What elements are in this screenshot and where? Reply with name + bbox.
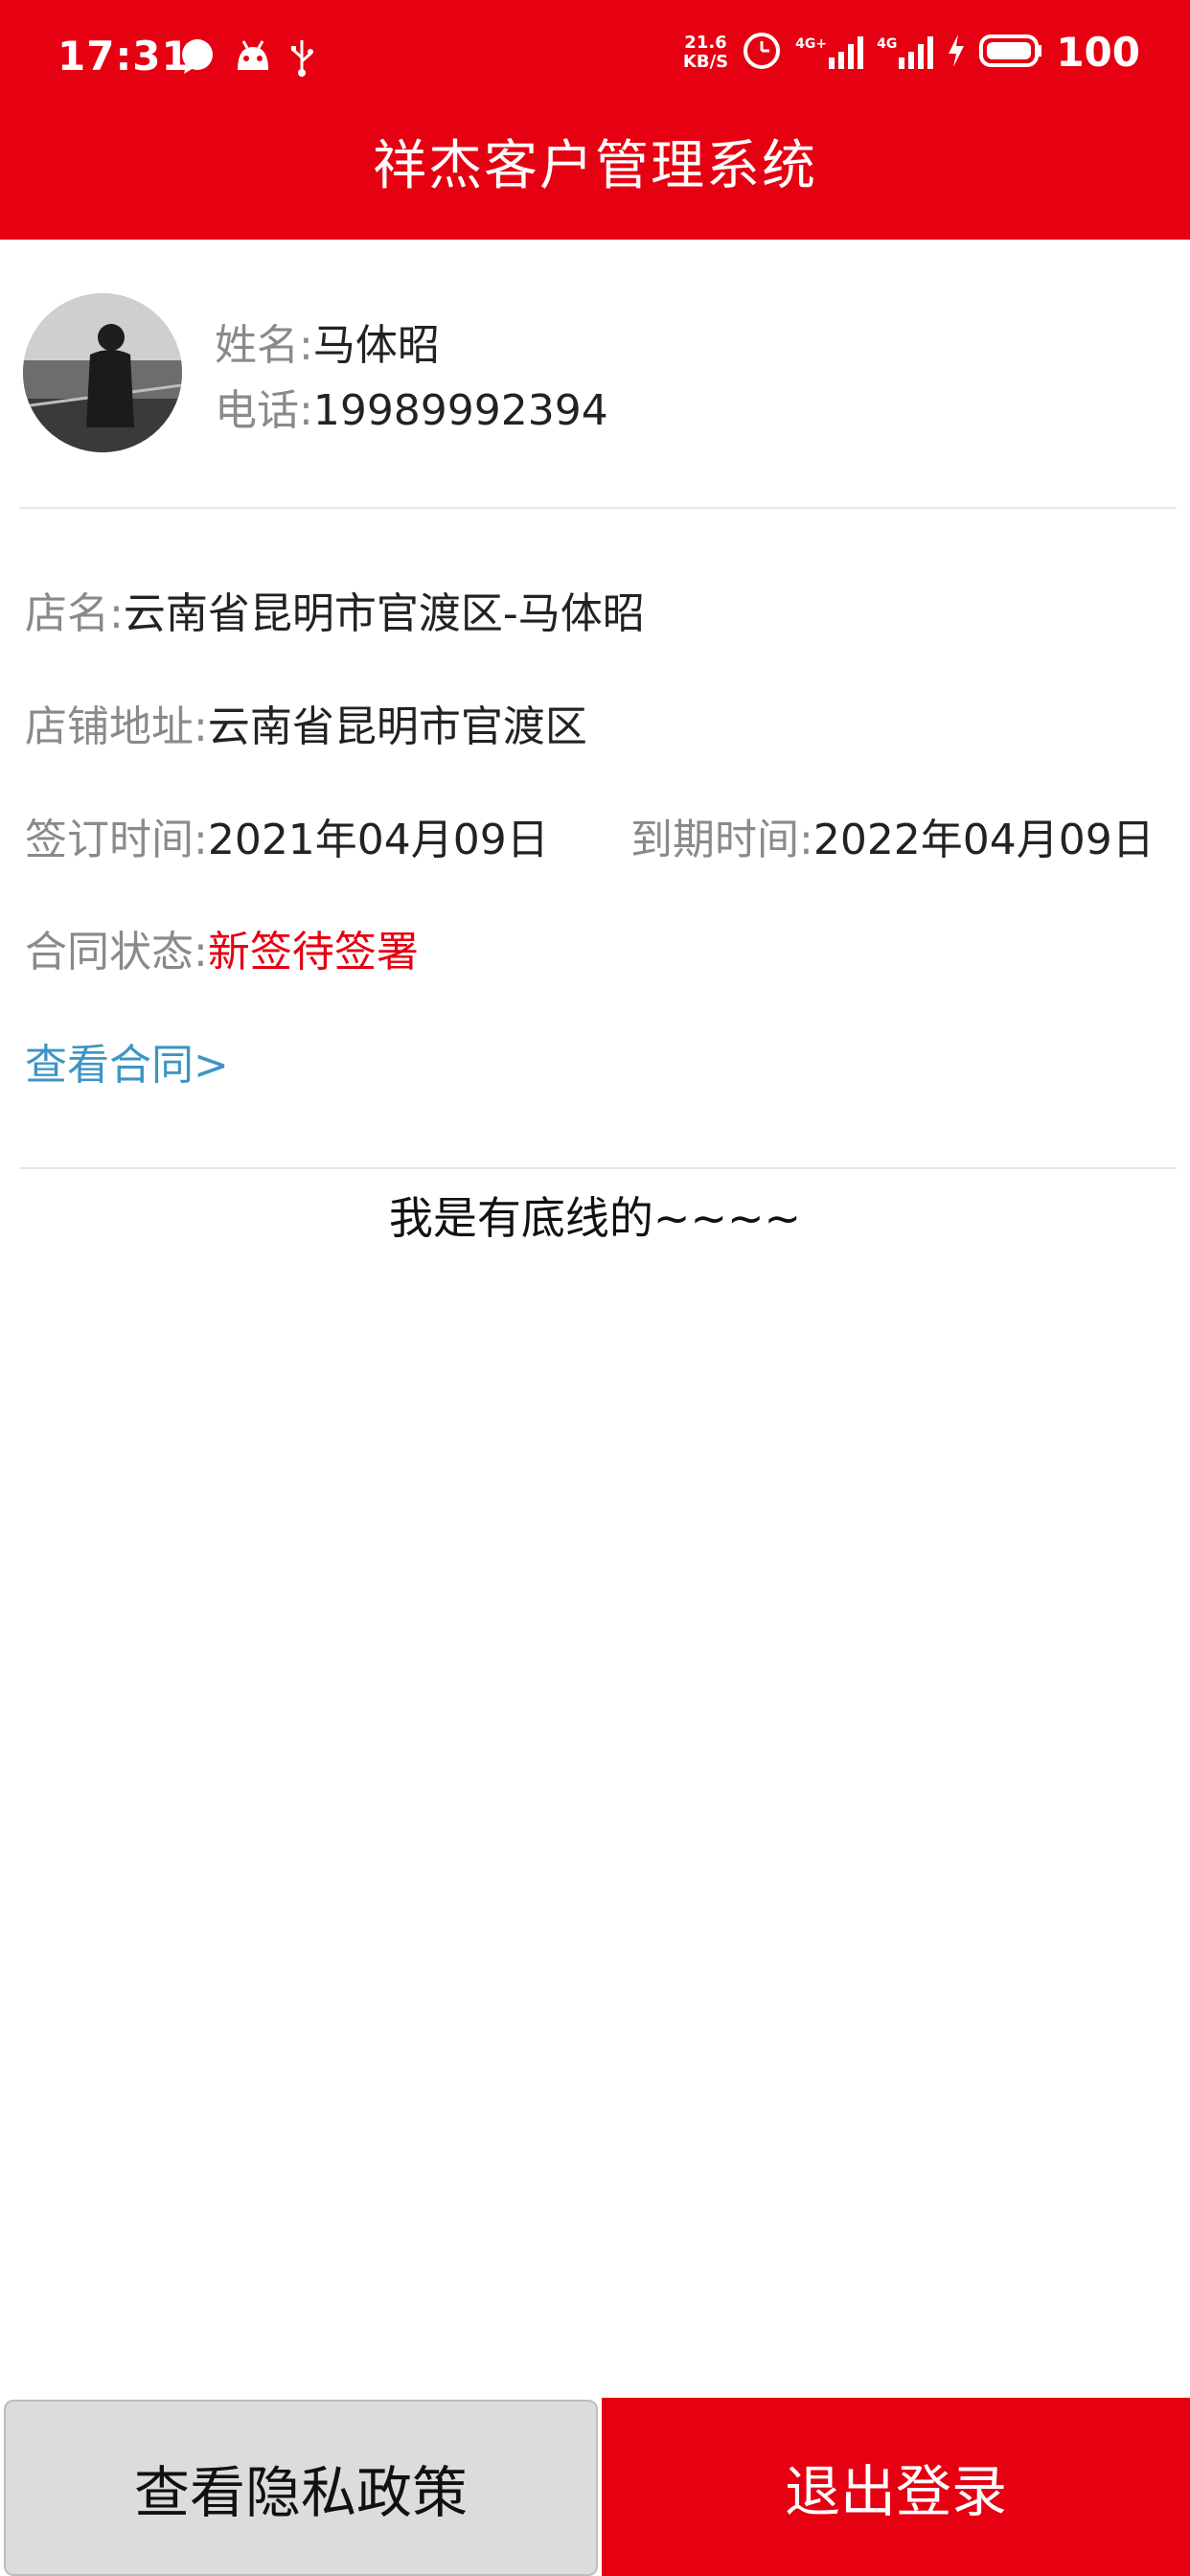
- charging-bolt-icon: [947, 34, 966, 71]
- view-contract-link[interactable]: 查看合同>: [25, 1030, 229, 1092]
- status-left-icons: [178, 36, 314, 80]
- contract-status-row: 合同状态:新签待签署: [25, 917, 419, 978]
- store-name-label: 店名:: [25, 589, 124, 638]
- expire-time-value: 2022年04月09日: [812, 816, 1155, 864]
- usb-icon: [289, 36, 314, 80]
- phone-value: 19989992394: [312, 386, 608, 435]
- expire-time-row: 到期时间:2022年04月09日: [630, 805, 1155, 866]
- logout-button[interactable]: 退出登录: [602, 2398, 1190, 2576]
- privacy-policy-button[interactable]: 查看隐私政策: [4, 2400, 598, 2576]
- battery-icon: [979, 34, 1042, 71]
- status-bar: 17:31 21.6 KB/S 4G+ 4G 100: [0, 0, 1190, 115]
- phone-label: 电话:: [215, 386, 313, 435]
- store-address-row: 店铺地址:云南省昆明市官渡区: [25, 692, 587, 753]
- signal-4g-plus-label: 4G+: [795, 35, 828, 52]
- name-value: 马体昭: [312, 321, 440, 370]
- profile-name: 姓名:马体昭: [215, 310, 440, 372]
- end-of-list-text: 我是有底线的~~~~: [388, 1192, 802, 1244]
- network-speed: 21.6 KB/S: [682, 32, 729, 72]
- android-icon: [234, 39, 272, 78]
- page: 17:31 21.6 KB/S 4G+ 4G 100 祥杰客户管理系统 姓名:马…: [0, 0, 1190, 2576]
- sign-time-label: 签订时间:: [25, 816, 208, 864]
- app-header: 17:31 21.6 KB/S 4G+ 4G 100 祥杰客户管理系统: [0, 0, 1190, 240]
- sign-time-row: 签订时间:2021年04月09日: [25, 805, 549, 866]
- store-name-value: 云南省昆明市官渡区-马体昭: [123, 589, 645, 638]
- battery-level: 100: [1056, 29, 1140, 76]
- message-bubble-icon: [178, 37, 217, 80]
- avatar-photo-icon: [23, 293, 182, 452]
- contract-status-value: 新签待签署: [207, 928, 419, 977]
- signal-4g-icon: 4G: [877, 35, 934, 69]
- divider-top: [19, 507, 1177, 509]
- network-speed-unit: KB/S: [682, 51, 729, 72]
- expire-time-label: 到期时间:: [630, 816, 813, 864]
- store-address-value: 云南省昆明市官渡区: [207, 702, 587, 751]
- network-speed-value: 21.6: [684, 32, 727, 53]
- store-name-row: 店名:云南省昆明市官渡区-马体昭: [25, 579, 645, 640]
- signal-4g-plus-icon: 4G+: [795, 35, 864, 69]
- signal-4g-label: 4G: [877, 35, 898, 52]
- contract-status-label: 合同状态:: [25, 928, 208, 977]
- status-right-icons: 21.6 KB/S 4G+ 4G 100: [683, 29, 1140, 76]
- name-label: 姓名:: [215, 321, 313, 370]
- divider-bottom: [19, 1167, 1177, 1169]
- alarm-clock-icon: [742, 31, 782, 75]
- avatar: [23, 293, 182, 452]
- page-title: 祥杰客户管理系统: [373, 135, 817, 197]
- profile-section: 姓名:马体昭 电话:19989992394: [23, 293, 1173, 456]
- store-address-label: 店铺地址:: [25, 702, 208, 751]
- status-time: 17:31: [57, 33, 191, 80]
- sign-time-value: 2021年04月09日: [207, 816, 549, 864]
- profile-phone: 电话:19989992394: [215, 376, 608, 437]
